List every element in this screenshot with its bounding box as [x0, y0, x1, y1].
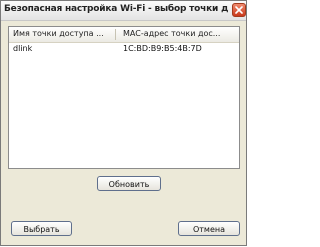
list-header: Имя точки доступа ... MAC-адрес точки до… [9, 27, 239, 43]
column-separator[interactable] [115, 29, 116, 40]
window-title: Безопасная настройка Wi-Fi - выбор точки… [4, 4, 228, 14]
close-button[interactable] [232, 3, 246, 17]
cancel-button[interactable]: Отмена [178, 221, 240, 236]
column-header-ap-name[interactable]: Имя точки доступа ... [13, 29, 113, 38]
select-button[interactable]: Выбрать [11, 221, 72, 236]
wifi-ap-select-dialog: Безопасная настройка Wi-Fi - выбор точки… [0, 0, 247, 246]
access-point-list[interactable]: Имя точки доступа ... MAC-адрес точки до… [8, 26, 240, 169]
mac-address-cell: 1C:BD:B9:B5:4B:7D [123, 44, 202, 53]
close-icon [235, 6, 243, 14]
column-header-mac-address[interactable]: MAC-адрес точки дос... [123, 29, 235, 38]
title-bar[interactable]: Безопасная настройка Wi-Fi - выбор точки… [1, 1, 246, 21]
ap-name-cell: dlink [13, 44, 33, 53]
refresh-button[interactable]: Обновить [97, 176, 161, 191]
